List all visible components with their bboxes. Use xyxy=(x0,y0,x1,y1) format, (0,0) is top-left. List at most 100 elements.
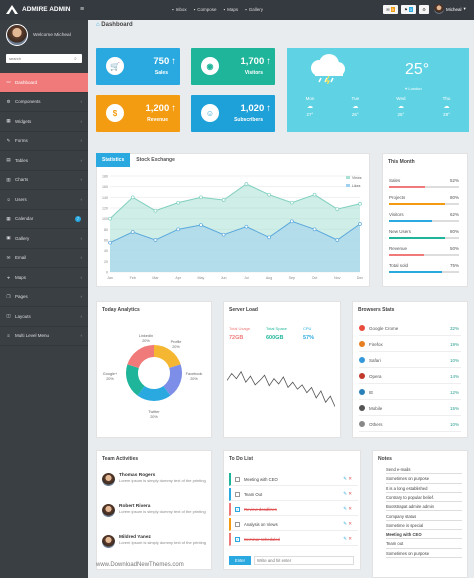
note-item[interactable]: Company status xyxy=(386,513,462,521)
notifications-button[interactable]: ⚑ 3 xyxy=(401,5,416,14)
browser-percent: 15% xyxy=(449,405,459,411)
donut-slice-twitter[interactable] xyxy=(126,364,145,396)
delete-icon[interactable]: ✕ xyxy=(347,536,352,541)
x-tick-label: Apr xyxy=(175,276,181,280)
stat-card-revenue[interactable]: $1,200 ↑ Revenue xyxy=(96,95,180,132)
data-point[interactable] xyxy=(289,200,294,205)
note-item[interactable]: Sometimes on purpose xyxy=(386,475,462,484)
x-tick-label: Sep xyxy=(289,276,295,280)
delete-icon[interactable]: ✕ xyxy=(347,476,352,481)
messages-button[interactable]: ✉ 5 xyxy=(383,5,398,14)
data-point[interactable] xyxy=(153,238,158,242)
data-point[interactable] xyxy=(130,195,135,200)
todo-checkbox[interactable]: ✓ xyxy=(235,536,240,542)
data-point[interactable] xyxy=(335,207,340,211)
sidebar-item-multi-level-menu[interactable]: ≡ Multi Level Menu ‹ xyxy=(0,327,88,346)
todo-checkbox[interactable] xyxy=(235,521,240,527)
forecast-day: Wed ☁ 25° xyxy=(396,96,405,117)
data-point[interactable] xyxy=(358,201,362,206)
search-icon[interactable]: ⌕ xyxy=(74,56,77,62)
y-tick-label: 160 xyxy=(102,185,108,189)
x-tick-label: Dec xyxy=(357,276,364,280)
sidebar-item-components[interactable]: ⚙ Components ‹ xyxy=(0,93,88,112)
sidebar-item-email[interactable]: ✉ Email ‹ xyxy=(0,249,88,268)
data-point[interactable] xyxy=(358,222,362,226)
top-nav-maps[interactable]: ▪ Maps xyxy=(224,7,239,12)
data-point[interactable] xyxy=(108,240,112,245)
data-point[interactable] xyxy=(153,208,158,213)
sidebar-item-calendar[interactable]: ▦ Calendar 7 xyxy=(0,210,88,229)
sidebar-item-dashboard[interactable]: ▭ Dashboard xyxy=(0,73,88,93)
user-menu[interactable]: Micheal ▾ xyxy=(434,4,466,14)
sidebar-item-tables[interactable]: ▤ Tables ‹ xyxy=(0,151,88,171)
data-point[interactable] xyxy=(312,192,317,197)
tab-stock-exchange[interactable]: Stock Exchange xyxy=(130,153,181,167)
hamburger-icon[interactable]: ≡ xyxy=(80,6,84,13)
tab-statistics[interactable]: Statistics xyxy=(96,153,131,167)
delete-icon[interactable]: ✕ xyxy=(347,521,352,526)
donut-slice-googleplus[interactable] xyxy=(127,345,155,369)
todo-checkbox[interactable] xyxy=(235,476,240,482)
month-percent: 75% xyxy=(449,263,459,268)
note-item[interactable]: Send e-mails xyxy=(386,466,462,475)
team-member[interactable]: Robert Rivera Lorem ipsum is simply dummy… xyxy=(102,504,207,517)
data-point[interactable] xyxy=(244,224,249,229)
data-point[interactable] xyxy=(244,182,249,186)
sidebar-item-users[interactable]: ☺ Users ‹ xyxy=(0,190,88,210)
note-item[interactable]: Sometime is special xyxy=(386,522,462,531)
data-point[interactable] xyxy=(267,235,271,240)
note-item[interactable]: Bootstrapat admire admin xyxy=(386,503,462,512)
todo-input[interactable] xyxy=(254,556,354,565)
search-input[interactable] xyxy=(6,54,82,63)
sidebar-item-layouts[interactable]: ◫ Layouts ‹ xyxy=(0,307,88,327)
avatar xyxy=(102,504,115,517)
x-tick-label: Feb xyxy=(130,276,136,280)
data-point[interactable] xyxy=(289,219,294,224)
sidebar-item-charts[interactable]: ▥ Charts ‹ xyxy=(0,171,88,190)
stat-card-sales[interactable]: 🛒 750 ↑ Sales xyxy=(96,48,180,85)
note-item[interactable]: It is a long established xyxy=(386,485,462,493)
data-point[interactable] xyxy=(221,232,226,237)
donut-slice-profile[interactable] xyxy=(163,364,182,396)
home-icon[interactable]: ⌂ xyxy=(96,22,100,28)
data-point[interactable] xyxy=(176,227,181,232)
stat-card-subscribers[interactable]: ☺ 1,020 ↑ Subscribers xyxy=(191,95,275,132)
top-nav-gallery[interactable]: ▪ Gallery xyxy=(245,7,263,12)
top-nav-compose[interactable]: ▪ Compose xyxy=(194,7,217,12)
delete-icon[interactable]: ✕ xyxy=(347,491,352,496)
delete-icon[interactable]: ✕ xyxy=(347,506,352,511)
cloud-icon: ☁ xyxy=(352,104,359,110)
month-label: Revenue xyxy=(389,246,408,251)
sidebar-item-forms[interactable]: ✎ Forms ‹ xyxy=(0,132,88,151)
data-point[interactable] xyxy=(199,223,203,227)
y-tick-label: 100 xyxy=(102,217,108,221)
note-item[interactable]: Sometimes on purpose xyxy=(386,550,462,558)
sidebar-item-gallery[interactable]: ▣ Gallery ‹ xyxy=(0,229,88,249)
data-point[interactable] xyxy=(130,230,135,234)
data-point[interactable] xyxy=(312,227,317,232)
data-point[interactable] xyxy=(176,200,181,205)
sidebar-item-widgets[interactable]: ▦ Widgets ‹ xyxy=(0,112,88,132)
data-point[interactable] xyxy=(267,192,271,197)
note-item[interactable]: Team out xyxy=(386,540,462,549)
data-point[interactable] xyxy=(199,195,203,200)
donut-slice-linkedin[interactable] xyxy=(153,345,181,369)
todo-checkbox[interactable]: ✓ xyxy=(235,506,240,512)
brand[interactable]: ADMIRE ADMIN xyxy=(6,5,71,14)
note-item[interactable]: Contrary to popular belief. xyxy=(386,494,462,503)
sidebar-item-pages[interactable]: ❐ Pages ‹ xyxy=(0,288,88,307)
data-point[interactable] xyxy=(335,238,340,242)
data-point[interactable] xyxy=(108,216,112,221)
team-member[interactable]: Thomas Rogers Lorem ipsum is simply dummy… xyxy=(102,473,207,486)
sidebar-item-label: Calendar xyxy=(15,216,34,222)
data-point[interactable] xyxy=(221,198,226,202)
note-item[interactable]: Meeting with CEO xyxy=(386,531,462,540)
donut-slice-facebook[interactable] xyxy=(137,385,171,401)
sidebar-item-maps[interactable]: ⌖ Maps ‹ xyxy=(0,268,88,288)
todo-enter-button[interactable]: Enter xyxy=(229,556,251,565)
top-nav-inbox[interactable]: ▪ Inbox xyxy=(172,7,187,12)
stat-card-visitors[interactable]: ◉ 1,700 ↑ Visitors xyxy=(191,48,275,85)
todo-checkbox[interactable] xyxy=(235,491,240,497)
settings-button[interactable]: ⚙ xyxy=(419,5,429,14)
team-member[interactable]: Mildred Yanez Lorem Ipsum is simply dummy… xyxy=(102,535,207,548)
